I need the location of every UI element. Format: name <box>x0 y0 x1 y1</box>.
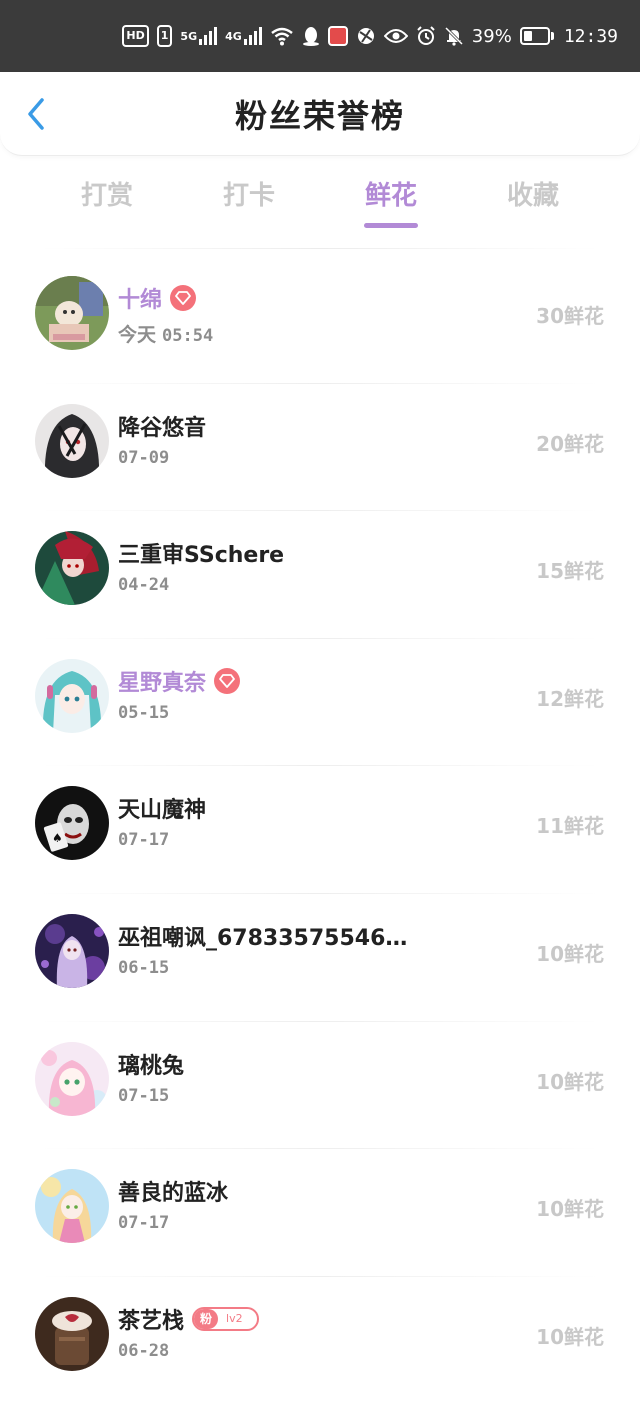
avatar[interactable] <box>35 913 109 988</box>
browser-icon <box>356 25 376 47</box>
fan-date: 07-09 <box>118 447 170 468</box>
fan-date: 06-15 <box>118 957 170 978</box>
battery-icon <box>519 25 554 47</box>
avatar[interactable] <box>35 658 109 733</box>
fan-name[interactable]: 三重审SSchere <box>118 537 284 569</box>
tab-flowers[interactable]: 鲜花 <box>331 170 451 232</box>
tab-tips[interactable]: 打赏 <box>47 170 167 232</box>
fan-level-badge: 粉 lv2 <box>192 1306 259 1331</box>
tab-favorites[interactable]: 收藏 <box>473 170 593 232</box>
app-header: 粉丝荣誉榜 <box>0 72 640 156</box>
hd-indicator: HD <box>122 25 149 47</box>
fan-date: 06-28 <box>118 1340 170 1361</box>
battery-percent: 39% <box>471 25 512 47</box>
avatar[interactable] <box>35 1041 109 1116</box>
fan-date: 今天 05:54 <box>118 324 214 346</box>
flower-count: 15鲜花 <box>536 559 604 584</box>
fan-list: 十绵 今天 05:54 30鲜花 降谷悠音 07-09 20鲜花 三重审SSche… <box>0 256 640 1404</box>
flower-count: 20鲜花 <box>536 431 604 456</box>
flower-count: 10鲜花 <box>536 1324 604 1349</box>
svg-text:♠: ♠ <box>52 831 63 845</box>
tab-bar: 打赏 打卡 鲜花 收藏 <box>0 170 640 232</box>
avatar[interactable] <box>35 531 109 606</box>
mute-bell-icon <box>444 25 464 47</box>
alarm-icon <box>416 25 436 47</box>
fan-date: 07-17 <box>118 830 170 851</box>
book-app-icon <box>327 25 348 47</box>
list-item[interactable]: 巫祖嘲讽_67833575546… 06-15 10鲜花 <box>0 894 640 1022</box>
flower-count: 11鲜花 <box>536 814 604 839</box>
flower-count: 30鲜花 <box>536 304 604 328</box>
tab-indicator <box>364 223 418 228</box>
fan-name[interactable]: 巫祖嘲讽_67833575546… <box>118 920 407 952</box>
fan-name[interactable]: 降谷悠音 <box>118 410 206 442</box>
wifi-icon <box>270 25 294 47</box>
list-item[interactable]: 璃桃兔 07-15 10鲜花 <box>0 1022 640 1150</box>
flower-count: 12鲜花 <box>536 686 604 711</box>
clock: 12:39 <box>563 25 618 47</box>
flower-count: 10鲜花 <box>536 1069 604 1094</box>
avatar[interactable]: ♠ <box>35 786 109 861</box>
fan-name[interactable]: 十绵 <box>118 282 162 314</box>
list-item[interactable]: 三重审SSchere 04-24 15鲜花 <box>0 511 640 639</box>
page-title: 粉丝荣誉榜 <box>234 96 405 135</box>
fan-date: 07-17 <box>118 1213 170 1234</box>
fan-name[interactable]: 璃桃兔 <box>118 1048 184 1080</box>
signal-5g-icon: 5G <box>180 25 218 47</box>
divider <box>40 248 600 249</box>
status-bar: HD 1 5G 4G 39% 12:39 <box>0 0 640 72</box>
sim-indicator: 1 <box>156 25 173 47</box>
tab-checkin[interactable]: 打卡 <box>189 170 309 232</box>
list-item[interactable]: 星野真奈 05-15 12鲜花 <box>0 639 640 767</box>
list-item[interactable]: 善良的蓝冰 07-17 10鲜花 <box>0 1149 640 1277</box>
fan-date: 05-15 <box>118 702 170 723</box>
fan-name[interactable]: 善良的蓝冰 <box>118 1175 228 1207</box>
flower-count: 10鲜花 <box>536 1197 604 1222</box>
avatar[interactable] <box>35 1169 109 1244</box>
list-item[interactable]: 十绵 今天 05:54 30鲜花 <box>0 256 640 384</box>
diamond-badge-icon <box>214 667 241 694</box>
diamond-badge-icon <box>170 285 197 311</box>
qq-icon <box>302 25 320 47</box>
avatar[interactable] <box>35 1296 109 1371</box>
fan-name[interactable]: 天山魔神 <box>118 792 206 824</box>
fan-date: 04-24 <box>118 575 170 596</box>
signal-4g-icon: 4G <box>225 25 262 47</box>
eye-icon <box>383 25 408 47</box>
avatar[interactable] <box>35 276 109 350</box>
fan-date: 07-15 <box>118 1085 170 1106</box>
list-item[interactable]: ♠ 天山魔神 07-17 11鲜花 <box>0 766 640 894</box>
list-item[interactable]: 茶艺栈 粉 lv2 06-28 10鲜花 <box>0 1277 640 1405</box>
fan-name[interactable]: 星野真奈 <box>118 665 206 697</box>
fan-name[interactable]: 茶艺栈 <box>118 1303 184 1335</box>
list-item[interactable]: 降谷悠音 07-09 20鲜花 <box>0 384 640 512</box>
flower-count: 10鲜花 <box>536 941 604 966</box>
avatar[interactable] <box>35 403 109 478</box>
